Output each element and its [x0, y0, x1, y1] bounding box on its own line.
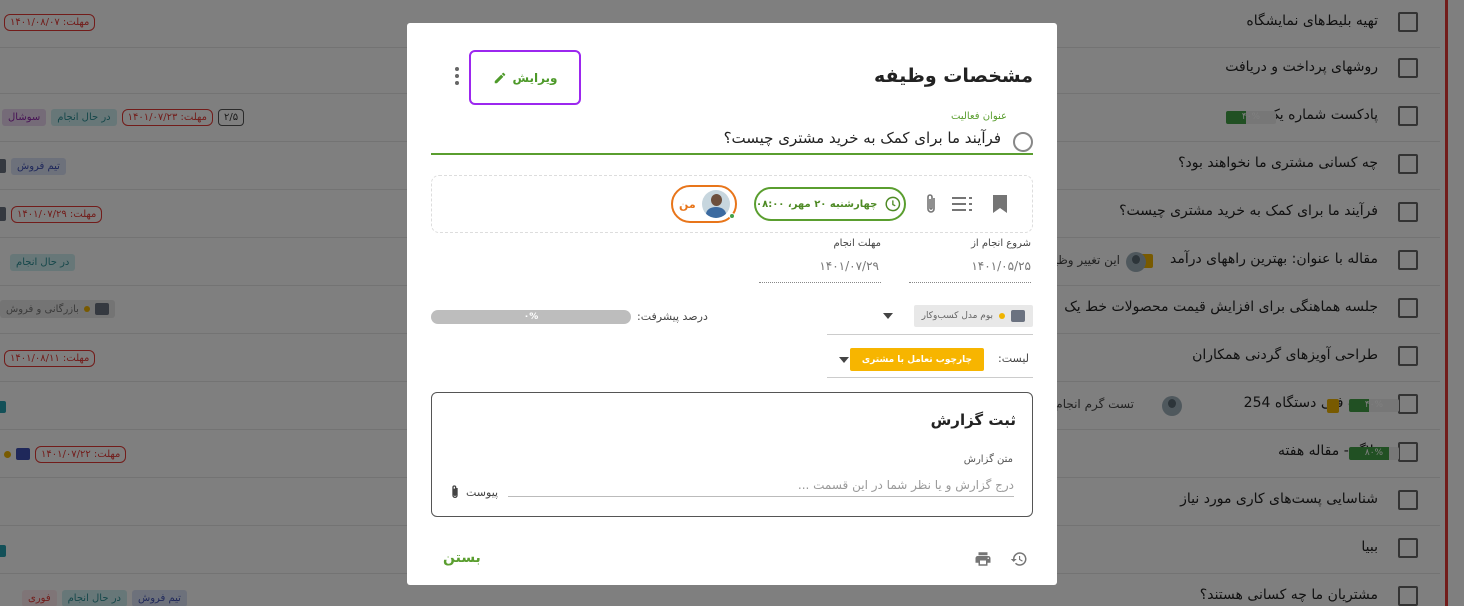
- bookmark-icon[interactable]: [992, 194, 1008, 214]
- task-meta-toolbar: چهارشنبه ۲۰ مهر، ۰۸:۰۰ من: [431, 175, 1033, 233]
- pencil-icon: [494, 72, 505, 83]
- complete-checkbox[interactable]: [1013, 132, 1033, 152]
- list-underline: [827, 377, 1033, 378]
- report-label: متن گزارش: [963, 454, 1013, 465]
- deadline-underline: [759, 282, 881, 283]
- report-title: ثبت گزارش: [930, 411, 1016, 429]
- progress-bar[interactable]: ۰%: [431, 310, 631, 324]
- due-date-text: چهارشنبه ۲۰ مهر، ۰۸:۰۰: [756, 198, 878, 210]
- chevron-down-icon[interactable]: [883, 313, 893, 319]
- report-section: ثبت گزارش متن گزارش پیوست: [431, 392, 1033, 517]
- start-date-underline: [909, 282, 1031, 283]
- attach-label: پیوست: [466, 485, 499, 499]
- canvas-chip: بوم مدل کسب‌وکار: [913, 305, 1033, 327]
- attachment-icon: [452, 485, 458, 498]
- kebab-menu-icon[interactable]: [452, 67, 462, 87]
- canvas-chip-label: بوم مدل کسب‌وکار: [921, 311, 993, 321]
- status-dot: [999, 313, 1005, 319]
- task-details-dialog: مشخصات وظیفه ویرایش عنوان فعالیت فرآیند …: [407, 23, 1057, 585]
- activity-title-label: عنوان فعالیت: [951, 111, 1007, 122]
- edit-label: ویرایش: [512, 70, 558, 85]
- deadline-label: مهلت انجام: [833, 238, 881, 249]
- board-icon: [1011, 310, 1025, 322]
- deadline-value[interactable]: ۱۴۰۱/۰۷/۲۹: [819, 259, 879, 273]
- close-button[interactable]: بستن: [443, 550, 481, 566]
- start-date-label: شروع انجام از: [971, 238, 1031, 249]
- report-input[interactable]: [508, 473, 1014, 497]
- chevron-down-icon[interactable]: [839, 357, 849, 363]
- avatar: [701, 190, 730, 218]
- assignee-chip[interactable]: من: [671, 185, 737, 223]
- attach-button[interactable]: پیوست: [450, 484, 498, 500]
- list-label: لیست:: [998, 352, 1029, 365]
- start-date-value[interactable]: ۱۴۰۱/۰۵/۲۵: [971, 259, 1031, 273]
- history-icon[interactable]: [1010, 550, 1028, 568]
- canvas-select[interactable]: بوم مدل کسب‌وکار: [827, 303, 1033, 335]
- clock-icon: [885, 196, 901, 212]
- edit-button[interactable]: ویرایش: [469, 50, 581, 105]
- progress-text: ۰%: [523, 312, 539, 322]
- due-date-chip[interactable]: چهارشنبه ۲۰ مهر، ۰۸:۰۰: [754, 187, 906, 221]
- online-status-dot: [729, 213, 735, 219]
- checklist-icon[interactable]: [952, 194, 974, 214]
- title-underline: [431, 153, 1033, 155]
- dialog-title: مشخصات وظیفه: [873, 65, 1033, 87]
- attachment-icon[interactable]: [924, 192, 938, 216]
- assignee-label: من: [679, 197, 696, 211]
- task-title-field[interactable]: فرآیند ما برای کمک به خرید مشتری چیست؟: [724, 129, 1001, 147]
- list-chip[interactable]: چارچوب تعامل با مشتری: [849, 348, 984, 371]
- progress-label: درصد پیشرفت:: [637, 310, 708, 323]
- print-icon[interactable]: [974, 550, 992, 568]
